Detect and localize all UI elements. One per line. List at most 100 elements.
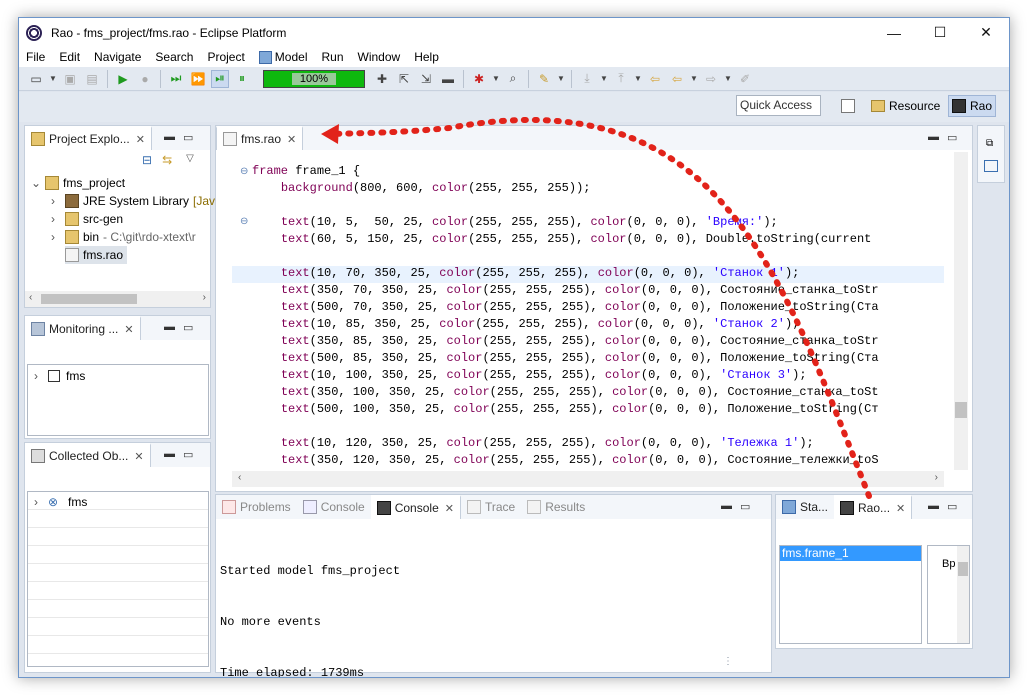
forward-icon[interactable]: ⇨ xyxy=(702,70,720,88)
zoom-in-icon[interactable]: ⇱ xyxy=(395,70,413,88)
pin-icon[interactable]: ✐ xyxy=(736,70,754,88)
preview-scrollbar[interactable] xyxy=(957,546,969,643)
open-perspective-button[interactable] xyxy=(841,95,855,117)
maximize-view-icon[interactable]: ▭ xyxy=(947,500,957,513)
new-icon[interactable]: ▭ xyxy=(27,70,45,88)
run-icon[interactable]: ▶ xyxy=(114,70,132,88)
menu-project[interactable]: Project xyxy=(200,50,251,64)
close-icon[interactable]: ✕ xyxy=(896,502,905,515)
tab-fms-rao[interactable]: fms.rao ✕ xyxy=(216,126,304,150)
tab-console-1[interactable]: Console xyxy=(297,495,371,519)
horizontal-scrollbar[interactable]: ‹ › xyxy=(25,291,210,307)
close-icon[interactable]: ✕ xyxy=(445,502,454,515)
dropdown-icon[interactable]: ▼ xyxy=(492,70,500,88)
dropdown-icon[interactable]: ▼ xyxy=(600,70,608,88)
speed-bar[interactable]: 100% xyxy=(263,69,365,88)
maximize-view-icon[interactable]: ▭ xyxy=(183,321,193,334)
code-area[interactable]: ⊖ ⊖ frame frame_1 { background(800, 600,… xyxy=(232,152,944,470)
dropdown-icon[interactable]: ▼ xyxy=(557,70,565,88)
menu-model[interactable]: Model xyxy=(252,50,315,64)
maximize-view-icon[interactable]: ▭ xyxy=(947,131,957,144)
menu-help[interactable]: Help xyxy=(407,50,446,64)
minimize-button[interactable]: — xyxy=(871,18,917,47)
tree-item-bin[interactable]: › bin - C:\git\rdo-xtext\r xyxy=(51,228,196,246)
close-button[interactable]: ✕ xyxy=(963,18,1009,47)
link-editor-icon[interactable]: ⇆ xyxy=(162,153,172,167)
tab-label: Console xyxy=(320,500,365,514)
debug-icon[interactable]: ✱ xyxy=(470,70,488,88)
status-bar-handle[interactable]: ⋮ xyxy=(723,656,733,667)
minimize-view-icon[interactable]: ▬ xyxy=(928,131,939,144)
minimize-view-icon[interactable]: ▬ xyxy=(164,321,175,334)
run-fast-icon[interactable]: ⏭ xyxy=(167,70,185,88)
maximize-view-icon[interactable]: ▭ xyxy=(183,448,193,461)
close-icon[interactable]: ✕ xyxy=(287,133,296,146)
code-token: (255, 255, 255), xyxy=(468,215,591,229)
maximize-button[interactable]: ☐ xyxy=(917,18,963,47)
tab-collected-objects[interactable]: Collected Ob... ✕ xyxy=(25,443,151,467)
frame-list-item[interactable]: fms.frame_1 xyxy=(780,546,921,561)
tab-results[interactable]: Results xyxy=(521,495,591,519)
tree-item-jre[interactable]: › JRE System Library [Java xyxy=(51,192,222,210)
tab-status[interactable]: Sta... xyxy=(776,495,834,519)
resource-perspective-button[interactable]: Resource xyxy=(871,95,940,117)
save-icon[interactable]: ▣ xyxy=(61,70,79,88)
dropdown-icon[interactable]: ▼ xyxy=(49,70,57,88)
save-all-icon[interactable]: ▤ xyxy=(83,70,101,88)
fold-marker-icon[interactable]: ⊖ xyxy=(240,166,248,177)
plus-icon[interactable]: ✚ xyxy=(373,70,391,88)
back-icon[interactable]: ⇦ xyxy=(668,70,686,88)
close-icon[interactable]: ✕ xyxy=(134,450,143,463)
maximize-view-icon[interactable]: ▭ xyxy=(183,131,193,144)
vertical-scrollbar[interactable] xyxy=(954,152,968,470)
menu-file[interactable]: File xyxy=(19,50,52,64)
tree-item-fms-rao[interactable]: fms.rao xyxy=(65,246,128,264)
collapse-all-icon[interactable]: ⊟ xyxy=(142,153,152,167)
tree-item-project[interactable]: ⌄ fms_project xyxy=(31,174,125,192)
last-edit-icon[interactable]: ⇦ xyxy=(646,70,664,88)
annotation-icon[interactable]: ⤓ xyxy=(578,70,596,88)
tab-project-explorer[interactable]: Project Explo... ✕ xyxy=(25,126,152,150)
minus-icon[interactable]: ▬ xyxy=(439,70,457,88)
dropdown-icon[interactable]: ▼ xyxy=(724,70,732,88)
editor-horizontal-scrollbar[interactable]: ‹ › xyxy=(232,471,944,487)
quick-access-input[interactable]: Quick Access xyxy=(736,95,821,116)
dropdown-icon[interactable]: ▼ xyxy=(634,70,642,88)
tree-item-src-gen[interactable]: › src-gen xyxy=(51,210,123,228)
maximize-view-icon[interactable]: ▭ xyxy=(740,500,750,513)
code-token: text xyxy=(280,232,310,246)
close-icon[interactable]: ✕ xyxy=(124,323,133,336)
zoom-out-icon[interactable]: ⇲ xyxy=(417,70,435,88)
search-icon[interactable]: ⌕ xyxy=(504,70,522,88)
rao-perspective-button[interactable]: Rao xyxy=(948,95,997,117)
tab-monitoring[interactable]: Monitoring ... ✕ xyxy=(25,316,141,340)
menu-navigate[interactable]: Navigate xyxy=(87,50,148,64)
minimize-view-icon[interactable]: ▬ xyxy=(164,448,175,461)
run-step-icon[interactable]: ⏩ xyxy=(189,70,207,88)
tab-problems[interactable]: Problems xyxy=(216,495,297,519)
menu-window[interactable]: Window xyxy=(351,50,408,64)
tab-console-2[interactable]: Console ✕ xyxy=(370,495,461,519)
view-icon[interactable] xyxy=(984,160,998,172)
menu-search[interactable]: Search xyxy=(148,50,200,64)
minimize-view-icon[interactable]: ▬ xyxy=(721,500,732,513)
menu-run[interactable]: Run xyxy=(314,50,350,64)
view-menu-icon[interactable]: ▽ xyxy=(186,153,194,167)
menu-edit[interactable]: Edit xyxy=(52,50,87,64)
collected-item-fms[interactable]: › ⊗ fms xyxy=(34,493,87,511)
edit-icon[interactable]: ⤒ xyxy=(612,70,630,88)
wand-icon[interactable]: ✎ xyxy=(535,70,553,88)
pause-icon[interactable]: ⏸ xyxy=(233,70,251,88)
fold-marker-icon[interactable]: ⊖ xyxy=(240,216,248,227)
close-icon[interactable]: ✕ xyxy=(136,133,145,146)
minimize-view-icon[interactable]: ▬ xyxy=(164,131,175,144)
restore-icon[interactable]: ⧉ xyxy=(986,138,993,149)
monitoring-item-fms[interactable]: › fms xyxy=(34,367,85,385)
tab-rao-view[interactable]: Rao... ✕ xyxy=(834,495,913,519)
dropdown-icon[interactable]: ▼ xyxy=(690,70,698,88)
minimize-view-icon[interactable]: ▬ xyxy=(928,500,939,513)
tab-trace[interactable]: Trace xyxy=(461,495,521,519)
checkbox[interactable] xyxy=(48,370,60,382)
run-animated-icon[interactable]: ⏯ xyxy=(211,69,229,88)
stop-icon[interactable]: ● xyxy=(136,70,154,88)
